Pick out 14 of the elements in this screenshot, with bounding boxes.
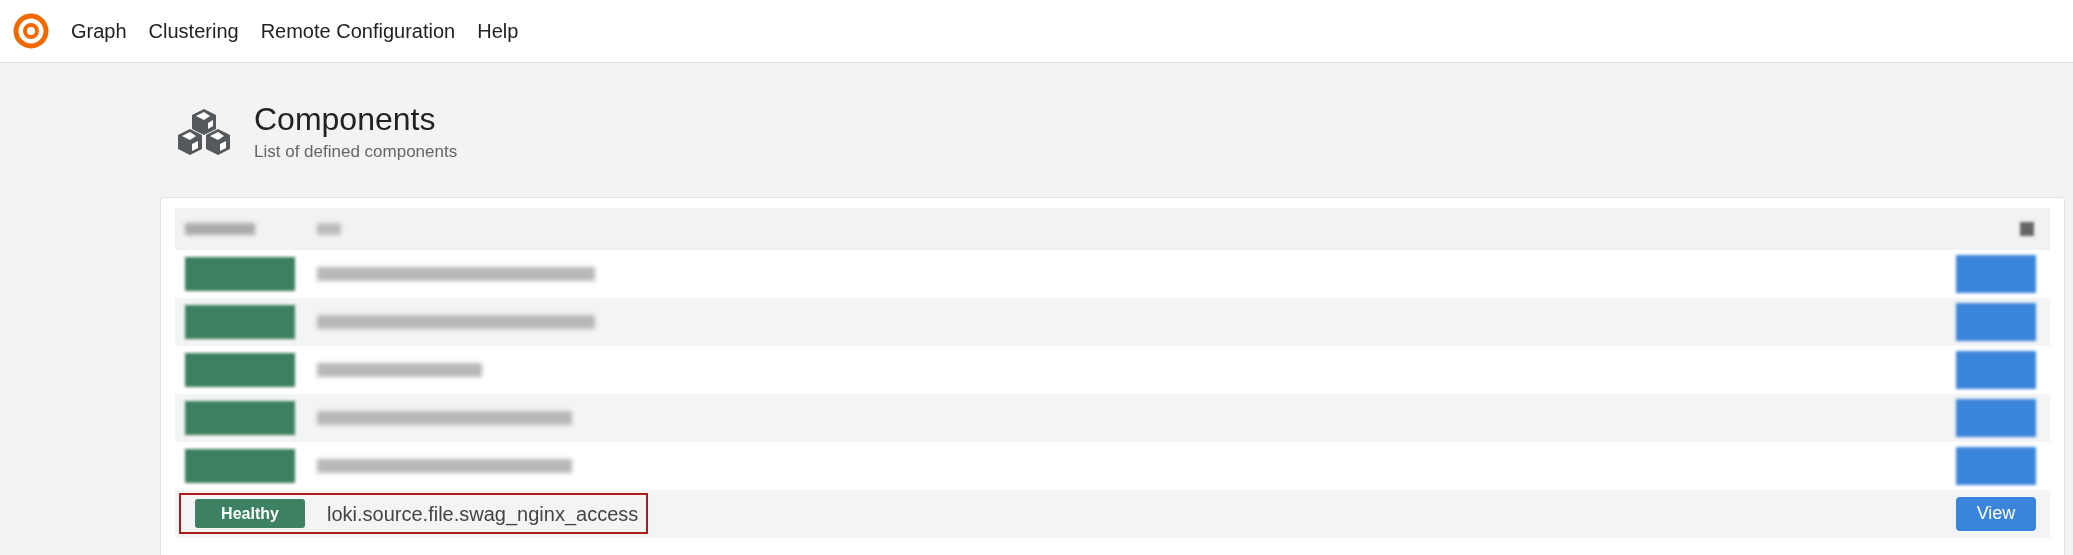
- cubes-icon: [176, 106, 232, 157]
- nav-link[interactable]: Help: [477, 16, 519, 46]
- page-title: Components: [254, 100, 437, 139]
- health-badge: Healthy: [195, 499, 305, 528]
- redacted-text: [185, 222, 255, 235]
- component-name: loki.source.file.swag_nginx_access: [327, 501, 639, 528]
- nav-link[interactable]: Clustering: [148, 16, 239, 46]
- view-button[interactable]: View: [1956, 496, 2036, 531]
- nav-link[interactable]: Graph: [71, 16, 127, 46]
- redacted-text: [317, 222, 341, 235]
- nav-link[interactable]: Remote Configuration: [260, 16, 456, 46]
- logo-icon: [13, 13, 49, 49]
- redacted-icon: [2020, 221, 2034, 236]
- page-subtitle: List of defined components: [254, 141, 458, 163]
